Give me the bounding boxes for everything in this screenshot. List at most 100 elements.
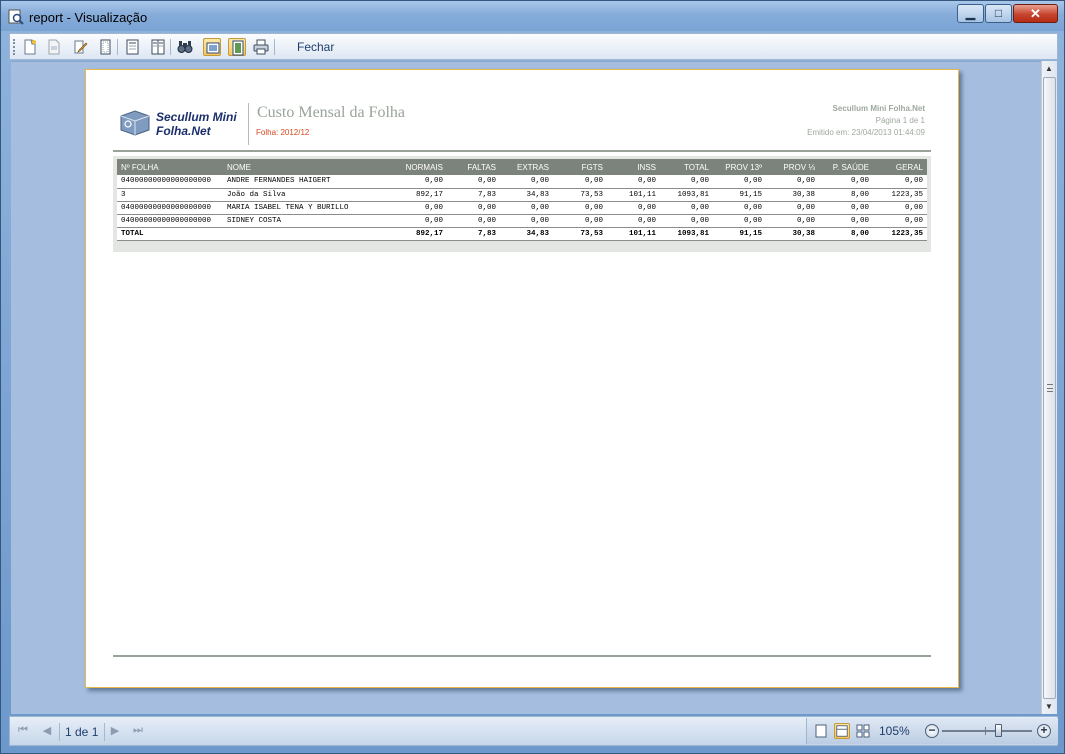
table-cell: 0,00 — [873, 201, 927, 215]
preview-app-icon — [8, 9, 24, 25]
report-table-wrapper: Nº FOLHA NOME NORMAIS FALTAS EXTRAS FGTS INSS T… — [113, 156, 931, 252]
header-footer-button[interactable] — [123, 38, 141, 56]
edit-button[interactable] — [71, 38, 89, 56]
brand-divider — [248, 103, 249, 145]
table-cell: 34,83 — [500, 188, 553, 202]
find-icon — [177, 41, 193, 53]
toolbar-separator — [170, 39, 171, 55]
footer-rule — [113, 655, 931, 657]
two-page-icon — [232, 40, 244, 56]
page-width-view-button[interactable] — [834, 723, 850, 739]
emitted-date: Emitido em: 23/04/2013 01:44:09 — [807, 128, 925, 137]
prev-page-icon[interactable]: ◀ — [39, 724, 55, 740]
report-table: Nº FOLHA NOME NORMAIS FALTAS EXTRAS FGTS INSS T… — [117, 159, 927, 241]
scroll-up-icon[interactable]: ▲ — [1045, 64, 1053, 73]
table-cell: 0,00 — [660, 214, 713, 228]
table-cell: 0,00 — [391, 214, 447, 228]
column-header: FALTAS — [447, 159, 500, 175]
total-cell: 91,15 — [713, 227, 766, 241]
table-cell: 0,00 — [500, 201, 553, 215]
single-page-icon — [206, 42, 220, 54]
print-button[interactable] — [252, 38, 270, 56]
minimize-icon: ▁ — [965, 6, 976, 20]
column-header: NORMAIS — [391, 159, 447, 175]
normal-view-icon — [815, 724, 827, 738]
table-cell: 0,00 — [391, 201, 447, 215]
new-icon — [24, 39, 36, 55]
column-header: P. SAÚDE — [819, 159, 873, 175]
page-setup-button[interactable] — [96, 38, 114, 56]
table-cell: 0,00 — [607, 214, 660, 228]
close-icon: ✕ — [1030, 6, 1041, 21]
brand-line-2: Folha.Net — [156, 124, 211, 138]
close-preview-button[interactable]: Fechar — [297, 40, 334, 54]
zoom-out-button[interactable]: − — [925, 724, 939, 738]
table-cell: 0,00 — [447, 214, 500, 228]
toolbar-separator — [117, 39, 118, 55]
table-cell: 0,00 — [607, 175, 660, 189]
scroll-down-icon[interactable]: ▼ — [1045, 702, 1053, 711]
zoom-in-button[interactable]: + — [1037, 724, 1051, 738]
last-page-icon[interactable]: ⏭ — [130, 724, 146, 740]
total-cell: 101,11 — [607, 227, 660, 241]
two-page-button[interactable] — [228, 38, 246, 56]
company-name: Secullum Mini Folha.Net — [832, 104, 925, 113]
open-icon — [48, 39, 60, 55]
single-page-button[interactable] — [203, 38, 221, 56]
page-info: Página 1 de 1 — [875, 116, 925, 125]
column-header: PROV 13º — [713, 159, 766, 175]
table-cell: João da Silva — [223, 188, 391, 202]
total-row: TOTAL 892,17 7,83 34,83 73,53 101,11 1093,81 91… — [117, 227, 927, 241]
next-page-icon[interactable]: ▶ — [107, 724, 123, 740]
scrollbar-thumb[interactable] — [1043, 77, 1056, 699]
vertical-scrollbar[interactable]: ▲ ▼ — [1041, 61, 1057, 714]
table-cell: 0,00 — [553, 175, 607, 189]
columns-button[interactable] — [149, 38, 167, 56]
report-page: Secullum Mini Folha.Net Custo Mensal da … — [85, 69, 959, 688]
new-button[interactable] — [21, 38, 39, 56]
brand-line-1: Secullum Mini — [156, 110, 237, 124]
table-cell: 91,15 — [713, 188, 766, 202]
column-header: PROV ⅓ — [766, 159, 819, 175]
open-button[interactable] — [45, 38, 63, 56]
report-subtitle: Folha: 2012/12 — [256, 128, 310, 137]
toolbar-grip[interactable] — [13, 39, 15, 55]
page-width-view-icon — [836, 725, 848, 737]
table-cell: 1093,81 — [660, 188, 713, 202]
total-cell: 1223,35 — [873, 227, 927, 241]
minimize-button[interactable]: ▁ — [957, 4, 984, 23]
title-bar[interactable]: report - Visualização ▁ □ ✕ — [1, 1, 1064, 31]
first-page-icon[interactable]: ⏮ — [15, 724, 31, 740]
app-window: report - Visualização ▁ □ ✕ Fechar ▲ ▼ S… — [0, 0, 1065, 754]
total-cell: 7,83 — [447, 227, 500, 241]
column-header: EXTRAS — [500, 159, 553, 175]
table-cell: 0,00 — [873, 175, 927, 189]
table-row: 04000000000000000000 ANDRE FERNANDES HAIG… — [117, 175, 927, 189]
table-cell: 04000000000000000000 — [117, 201, 223, 215]
table-cell: 0,00 — [819, 214, 873, 228]
total-cell: 8,00 — [819, 227, 873, 241]
table-cell: 73,53 — [553, 188, 607, 202]
zoom-slider[interactable] — [942, 724, 1032, 737]
close-window-button[interactable]: ✕ — [1013, 4, 1058, 23]
table-cell: 04000000000000000000 — [117, 175, 223, 189]
scrollbar-grip-icon — [1047, 384, 1053, 392]
normal-view-button[interactable] — [813, 723, 829, 739]
table-cell: 0,00 — [607, 201, 660, 215]
table-cell: 7,83 — [447, 188, 500, 202]
status-bar: ⏮ ◀ 1 de 1 ▶ ⏭ 105% − + — [9, 716, 1058, 746]
zoom-out-icon: − — [928, 723, 936, 737]
table-cell: 0,00 — [873, 214, 927, 228]
total-cell: 30,38 — [766, 227, 819, 241]
zoom-slider-thumb[interactable] — [994, 724, 1002, 737]
table-cell: 0,00 — [500, 175, 553, 189]
header-footer-icon — [126, 39, 139, 55]
maximize-button[interactable]: □ — [985, 4, 1012, 23]
find-button[interactable] — [176, 38, 194, 56]
page-setup-icon — [100, 39, 111, 55]
column-header: NOME — [223, 159, 391, 175]
multi-page-view-button[interactable] — [855, 723, 871, 739]
table-cell: 1223,35 — [873, 188, 927, 202]
report-title: Custo Mensal da Folha — [257, 104, 405, 121]
brand-name: Secullum Mini Folha.Net — [156, 110, 248, 138]
